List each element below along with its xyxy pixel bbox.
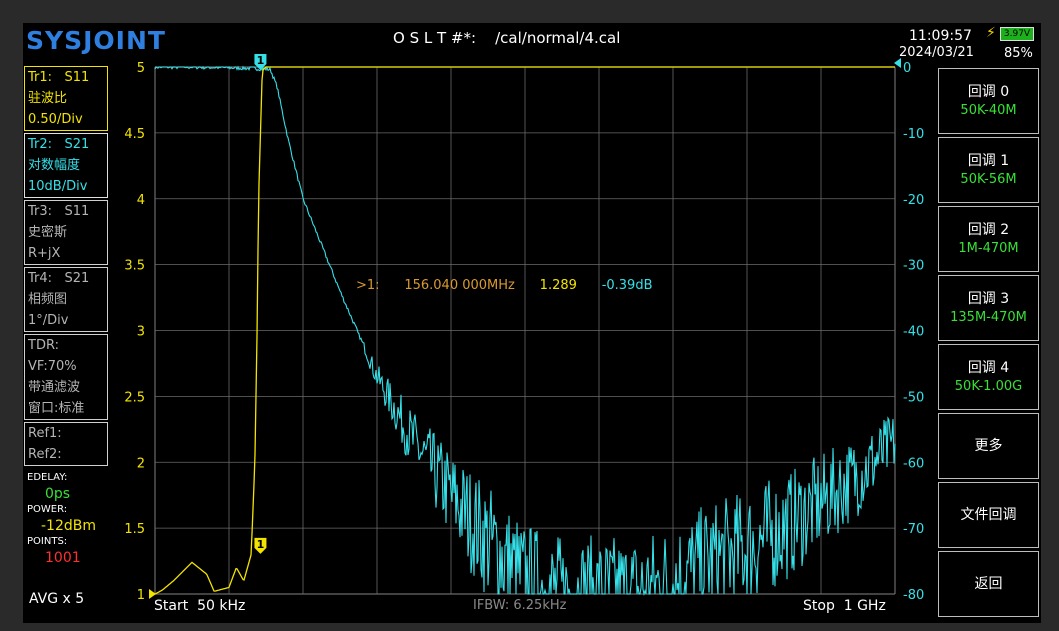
- right-axis-tick-label: -70: [903, 522, 924, 537]
- recall-1-button[interactable]: 回调 1 50K-56M: [938, 137, 1039, 203]
- right-axis-tick-label: -80: [903, 588, 924, 603]
- more-title: 更多: [974, 438, 1003, 454]
- right-axis-tick-label: 0: [903, 61, 911, 76]
- marker-readout-id: >1:: [356, 278, 380, 293]
- recall-2-range: 1M-470M: [958, 241, 1019, 256]
- trace-4-format: 相频图: [28, 292, 68, 307]
- trace-3-scale: R+jX: [28, 246, 61, 261]
- trace-box-2[interactable]: Tr2: S21 对数幅度 10dB/Div: [24, 133, 108, 198]
- trace-2-scale: 10dB/Div: [28, 179, 88, 194]
- trace-2-format: 对数幅度: [28, 158, 81, 173]
- trace-1-name: Tr1:: [28, 70, 53, 85]
- marker-readout: >1: 156.040 000MHz 1.289 -0.39dB: [356, 278, 653, 293]
- right-axis-tick-label: -40: [903, 325, 924, 340]
- recall-2-title: 回调 2: [967, 222, 1010, 238]
- trace-4-header: Tr4: S21: [28, 268, 107, 289]
- ref-1: Ref1:: [28, 426, 62, 441]
- right-reference-pointer-icon: [894, 58, 901, 68]
- trace-box-4[interactable]: Tr4: S21 相频图 1°/Div: [24, 267, 108, 332]
- trace-1-header: Tr1: S11: [28, 67, 107, 88]
- edelay-label: EDELAY:: [27, 472, 68, 483]
- back-title: 返回: [974, 576, 1003, 592]
- recall-0-title: 回调 0: [967, 84, 1010, 100]
- left-axis-tick-label: 1.5: [124, 522, 145, 537]
- plot-grid: [154, 66, 896, 595]
- right-axis-tick-label: -30: [903, 259, 924, 274]
- trace-3-param: S11: [64, 204, 90, 219]
- recall-3-button[interactable]: 回调 3 135M-470M: [938, 275, 1039, 341]
- left-axis-tick-label: 3.5: [124, 259, 145, 274]
- left-axis-tick-label: 2: [137, 456, 145, 471]
- stop-frequency-label[interactable]: Stop 1 GHz: [803, 598, 886, 614]
- marker-1-label: 1: [257, 538, 265, 551]
- vna-screen: SYSJOINT O S L T #*: /cal/normal/4.cal 1…: [23, 23, 1041, 623]
- recall-1-title: 回调 1: [967, 153, 1010, 169]
- trace-3-format: 史密斯: [28, 225, 68, 240]
- right-axis-tick-label: -10: [903, 127, 924, 142]
- ref-box[interactable]: Ref1: Ref2:: [24, 422, 108, 466]
- right-axis-tick-label: -20: [903, 193, 924, 208]
- right-axis-tick-label: -50: [903, 390, 924, 405]
- trace-1-param: S11: [64, 70, 90, 85]
- points-value: 1001: [45, 550, 81, 566]
- trace-4-name: Tr4:: [28, 271, 53, 286]
- trace-box-1[interactable]: Tr1: S11 驻波比 0.50/Div: [24, 66, 108, 131]
- start-frequency-label[interactable]: Start 50 kHz: [154, 598, 245, 614]
- edelay-value: 0ps: [45, 486, 71, 502]
- ref-2: Ref2:: [28, 447, 62, 462]
- softkey-menu: 回调 0 50K-40M 回调 1 50K-56M 回调 2 1M-470M 回…: [938, 68, 1039, 620]
- recall-0-button[interactable]: 回调 0 50K-40M: [938, 68, 1039, 134]
- marker-frequency: 156.040 000MHz: [404, 278, 515, 293]
- marker-1-label: 1: [257, 54, 265, 67]
- file-recall-button[interactable]: 文件回调: [938, 482, 1039, 548]
- recall-2-button[interactable]: 回调 2 1M-470M: [938, 206, 1039, 272]
- ifbw-label[interactable]: IFBW: 6.25kHz: [473, 598, 566, 613]
- trace-4-param: S21: [64, 271, 90, 286]
- left-axis-tick-label: 2.5: [124, 390, 145, 405]
- recall-4-title: 回调 4: [967, 360, 1010, 376]
- left-axis-tick-label: 1: [137, 588, 145, 603]
- power-label: POWER:: [27, 504, 68, 515]
- file-recall-title: 文件回调: [960, 507, 1017, 523]
- averaging-status: AVG x 5: [29, 591, 85, 607]
- trace-3-name: Tr3:: [28, 204, 53, 219]
- left-axis-tick-label: 3: [137, 325, 145, 340]
- power-value: -12dBm: [41, 518, 96, 534]
- trace-2-param: S21: [64, 137, 90, 152]
- setup-info: EDELAY: 0ps POWER: -12dBm POINTS: 1001: [27, 471, 96, 567]
- trace-2-header: Tr2: S21: [28, 134, 107, 155]
- tdr-box[interactable]: TDR: VF:70% 带通滤波 窗口:标准: [24, 334, 108, 420]
- trace-1-scale: 0.50/Div: [28, 112, 83, 127]
- recall-1-range: 50K-56M: [960, 172, 1017, 187]
- left-axis-tick-label: 5: [137, 61, 145, 76]
- recall-0-range: 50K-40M: [960, 103, 1017, 118]
- trace-1-format: 驻波比: [28, 91, 68, 106]
- left-axis-tick-label: 4.5: [124, 127, 145, 142]
- marker-1-icon: 1: [254, 537, 267, 554]
- right-axis-ticks: 0 -10 -20 -30 -40 -50 -60 -70 -80: [903, 61, 924, 603]
- trace-panel: Tr1: S11 驻波比 0.50/Div Tr2: S21 对数幅度 10dB…: [24, 66, 108, 468]
- trace-4-scale: 1°/Div: [28, 313, 69, 328]
- trace-3-header: Tr3: S11: [28, 201, 107, 222]
- trace-box-3[interactable]: Tr3: S11 史密斯 R+jX: [24, 200, 108, 265]
- marker-db: -0.39dB: [601, 278, 653, 293]
- right-axis-tick-label: -60: [903, 456, 924, 471]
- more-button[interactable]: 更多: [938, 413, 1039, 479]
- trace-2-name: Tr2:: [28, 137, 53, 152]
- recall-3-range: 135M-470M: [950, 310, 1027, 325]
- recall-3-title: 回调 3: [967, 291, 1010, 307]
- tdr-title: TDR:: [28, 338, 59, 353]
- recall-4-button[interactable]: 回调 4 50K-1.00G: [938, 344, 1039, 410]
- left-axis-tick-label: 4: [137, 193, 145, 208]
- tdr-window: 窗口:标准: [28, 401, 85, 416]
- tdr-vf: VF:70%: [28, 359, 77, 374]
- marker-swr: 1.289: [539, 278, 577, 293]
- back-button[interactable]: 返回: [938, 551, 1039, 617]
- tdr-mode: 带通滤波: [28, 380, 81, 395]
- points-label: POINTS:: [27, 536, 68, 547]
- measurement-plot[interactable]: 5 4.5 4 3.5 3 2.5 2 1.5 1 0 -10 -20 -30 -40 -50 -60 -70…: [23, 23, 1041, 623]
- recall-4-range: 50K-1.00G: [954, 379, 1023, 394]
- left-axis-ticks: 5 4.5 4 3.5 3 2.5 2 1.5 1: [124, 61, 145, 603]
